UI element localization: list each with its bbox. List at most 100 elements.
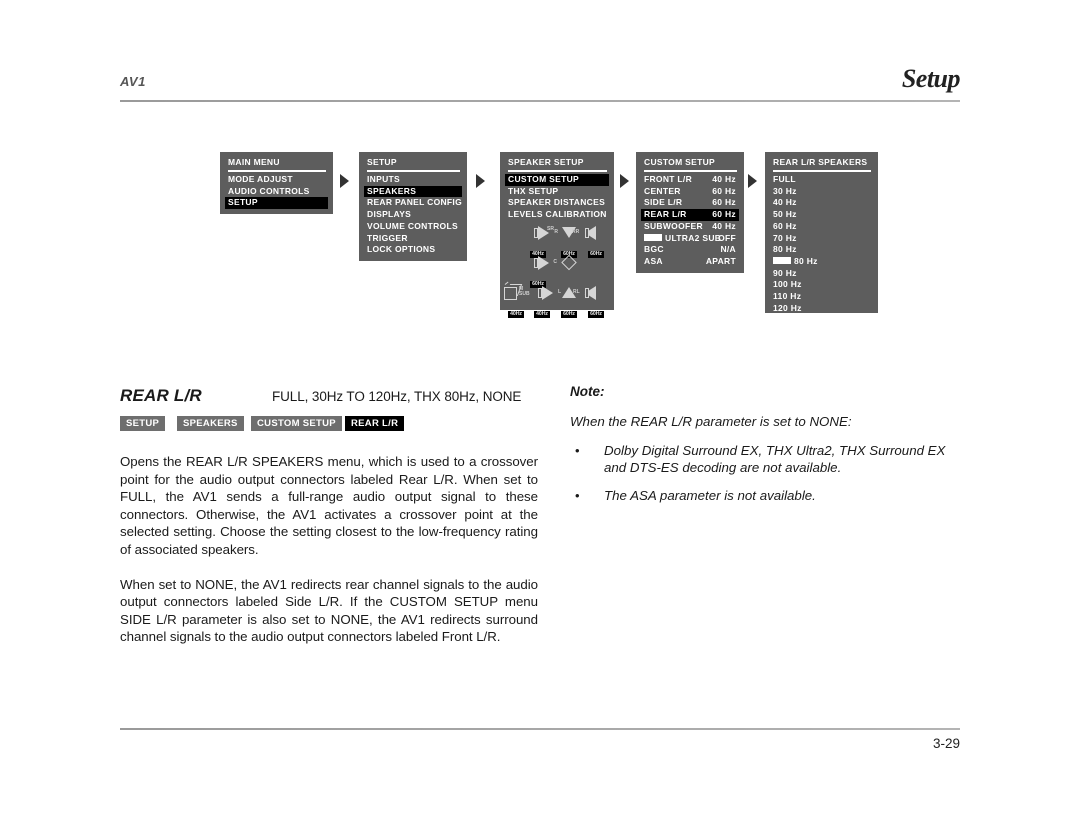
osd-item-thx-setup[interactable]: THX SETUP bbox=[505, 186, 609, 198]
breadcrumb-item-custom-setup[interactable]: CUSTOM SETUP bbox=[251, 416, 342, 431]
osd-item-value: 40 Hz bbox=[712, 220, 736, 231]
osd-item-setup[interactable]: SETUP bbox=[225, 197, 328, 210]
bullet-icon: • bbox=[575, 488, 580, 503]
breadcrumb-item-speakers[interactable]: SPEAKERS bbox=[177, 416, 244, 431]
osd-option-100hz[interactable]: 100 Hz bbox=[770, 279, 873, 291]
osd-item-custom-setup[interactable]: CUSTOM SETUP bbox=[505, 174, 609, 186]
speaker-rear-left: RL 60Hz bbox=[573, 285, 611, 320]
osd-item-side-lr[interactable]: SIDE L/R 60 Hz bbox=[641, 197, 739, 209]
note-label: Note: bbox=[570, 384, 605, 399]
osd-item-label: ASA bbox=[644, 255, 663, 266]
osd-option-60hz[interactable]: 60 Hz bbox=[770, 221, 873, 233]
speaker-cone-right-icon: RR bbox=[572, 225, 611, 242]
header-model-name: AV1 bbox=[120, 74, 146, 89]
osd-option-thx-80hz[interactable]: 80 Hz bbox=[770, 256, 873, 268]
listener-position bbox=[554, 254, 584, 272]
osd-item-speakers[interactable]: SPEAKERS bbox=[364, 185, 462, 198]
white-swatch-icon bbox=[644, 233, 662, 241]
osd-option-110hz[interactable]: 110 Hz bbox=[770, 291, 873, 303]
osd-item-value: 60 Hz bbox=[712, 197, 736, 208]
parameter-value-range: FULL, 30Hz TO 120Hz, THX 80Hz, NONE bbox=[272, 389, 522, 404]
breadcrumb-item-rear-lr[interactable]: REAR L/R bbox=[345, 416, 405, 431]
speaker-channel-label: SR bbox=[547, 225, 554, 232]
speaker-crossover-freq: 60Hz bbox=[561, 310, 577, 318]
osd-option-label: 80 Hz bbox=[794, 255, 818, 266]
speaker-cone-down-icon: SR bbox=[547, 225, 584, 242]
osd-item-label: BGC bbox=[644, 244, 664, 255]
parameter-title: REAR L/R bbox=[120, 386, 202, 405]
header-section-title: Setup bbox=[901, 64, 961, 93]
osd-item-value: 60 Hz bbox=[712, 209, 736, 220]
osd-item-value: 40 Hz bbox=[712, 174, 736, 184]
osd-option-80hz[interactable]: 80 Hz bbox=[770, 244, 873, 256]
osd-item-ultra2-sub[interactable]: ULTRA2 SUB OFF bbox=[641, 233, 739, 245]
flow-arrow-icon bbox=[748, 174, 757, 188]
flow-arrow-icon bbox=[476, 174, 485, 188]
speaker-channel-label: RL bbox=[573, 288, 580, 295]
osd-item-subwoofer[interactable]: SUBWOOFER 40 Hz bbox=[641, 221, 739, 233]
osd-panel-title: REAR L/R SPEAKERS bbox=[773, 157, 868, 167]
osd-option-full[interactable]: FULL bbox=[770, 174, 873, 186]
listener-diamond-icon bbox=[554, 254, 584, 272]
note-intro-text: When the REAR L/R parameter is set to NO… bbox=[570, 414, 852, 429]
speaker-channel-label: RR bbox=[572, 228, 580, 235]
bullet-icon: • bbox=[575, 443, 580, 458]
osd-panel-main-menu: MAIN MENU MODE ADJUST AUDIO CONTROLS SET… bbox=[220, 152, 333, 215]
speaker-rear-right: RR 60Hz bbox=[572, 225, 611, 260]
osd-panel-setup: SETUP INPUTS SPEAKERS REAR PANEL CONFIG … bbox=[359, 152, 467, 261]
speaker-layout-diagram: R 40Hz SR 60Hz RR 60Hz C 60Hz M SUB 40Hz… bbox=[504, 225, 611, 318]
osd-item-value: N/A bbox=[720, 244, 736, 255]
osd-panel-title: CUSTOM SETUP bbox=[644, 157, 715, 167]
osd-title-underline bbox=[508, 170, 607, 172]
osd-item-displays[interactable]: DISPLAYS bbox=[364, 209, 462, 221]
description-paragraph-2: When set to NONE, the AV1 redirects rear… bbox=[120, 576, 538, 645]
osd-item-trigger[interactable]: TRIGGER bbox=[364, 233, 462, 245]
osd-option-90hz[interactable]: 90 Hz bbox=[770, 268, 873, 280]
osd-item-asa[interactable]: ASA APART bbox=[641, 256, 739, 268]
osd-option-120hz[interactable]: 120 Hz bbox=[770, 303, 873, 315]
osd-item-rear-lr[interactable]: REAR L/R 60 Hz bbox=[641, 209, 739, 221]
osd-option-70hz[interactable]: 70 Hz bbox=[770, 233, 873, 245]
osd-panel-speaker-setup: SPEAKER SETUP CUSTOM SETUP THX SETUP SPE… bbox=[500, 152, 614, 318]
note-item-text: Dolby Digital Surround EX, THX Ultra2, T… bbox=[604, 443, 946, 475]
note-item-text: The ASA parameter is not available. bbox=[604, 488, 816, 503]
osd-item-front-lr[interactable]: FRONT L/R 40 Hz bbox=[641, 174, 739, 186]
parameter-header: REAR L/R FULL, 30Hz TO 120Hz, THX 80Hz, … bbox=[120, 386, 538, 408]
speaker-cone-left-icon: C bbox=[523, 255, 557, 272]
osd-item-volume-controls[interactable]: VOLUME CONTROLS bbox=[364, 221, 462, 233]
breadcrumb-item-setup[interactable]: SETUP bbox=[120, 416, 166, 431]
osd-option-50hz[interactable]: 50 Hz bbox=[770, 209, 873, 221]
osd-item-label: CENTER bbox=[644, 185, 681, 196]
white-swatch-icon bbox=[773, 257, 791, 265]
note-list-item: • The ASA parameter is not available. bbox=[570, 487, 960, 504]
osd-title-underline bbox=[367, 170, 460, 172]
osd-panel-rear-lr-speakers: REAR L/R SPEAKERS FULL 30 Hz 40 Hz 50 Hz… bbox=[765, 152, 878, 313]
osd-item-levels-calibration[interactable]: LEVELS CALIBRATION bbox=[505, 209, 609, 221]
osd-item-value: APART bbox=[705, 255, 736, 266]
osd-item-inputs[interactable]: INPUTS bbox=[364, 174, 462, 186]
osd-item-rear-panel-config[interactable]: REAR PANEL CONFIG bbox=[364, 197, 462, 209]
note-list-item: • Dolby Digital Surround EX, THX Ultra2,… bbox=[570, 442, 960, 476]
osd-item-speaker-distances[interactable]: SPEAKER DISTANCES bbox=[505, 197, 609, 209]
osd-item-label: SIDE L/R bbox=[644, 197, 683, 208]
speaker-crossover-freq: 40Hz bbox=[508, 310, 524, 318]
speaker-crossover-freq: 60Hz bbox=[588, 250, 604, 258]
osd-title-underline bbox=[773, 170, 871, 172]
osd-option-40hz[interactable]: 40 Hz bbox=[770, 197, 873, 209]
osd-item-center[interactable]: CENTER 60 Hz bbox=[641, 186, 739, 198]
speaker-crossover-freq: 40Hz bbox=[534, 310, 550, 318]
note-bullet-list: • Dolby Digital Surround EX, THX Ultra2,… bbox=[570, 442, 960, 504]
osd-item-bgc[interactable]: BGC N/A bbox=[641, 244, 739, 256]
speaker-crossover-freq: 60Hz bbox=[588, 310, 604, 318]
osd-item-value: OFF bbox=[718, 232, 736, 243]
speaker-left: L 40Hz bbox=[527, 285, 561, 320]
flow-arrow-icon bbox=[340, 174, 349, 188]
osd-item-label: ULTRA2 SUB bbox=[665, 232, 722, 243]
osd-item-audio-controls[interactable]: AUDIO CONTROLS bbox=[225, 186, 328, 198]
page-number: 3-29 bbox=[932, 735, 960, 751]
osd-title-underline bbox=[644, 170, 737, 172]
osd-item-lock-options[interactable]: LOCK OPTIONS bbox=[364, 244, 462, 256]
osd-item-mode-adjust[interactable]: MODE ADJUST bbox=[225, 174, 328, 186]
speaker-cone-left-icon: L bbox=[527, 285, 561, 302]
osd-option-30hz[interactable]: 30 Hz bbox=[770, 186, 873, 198]
